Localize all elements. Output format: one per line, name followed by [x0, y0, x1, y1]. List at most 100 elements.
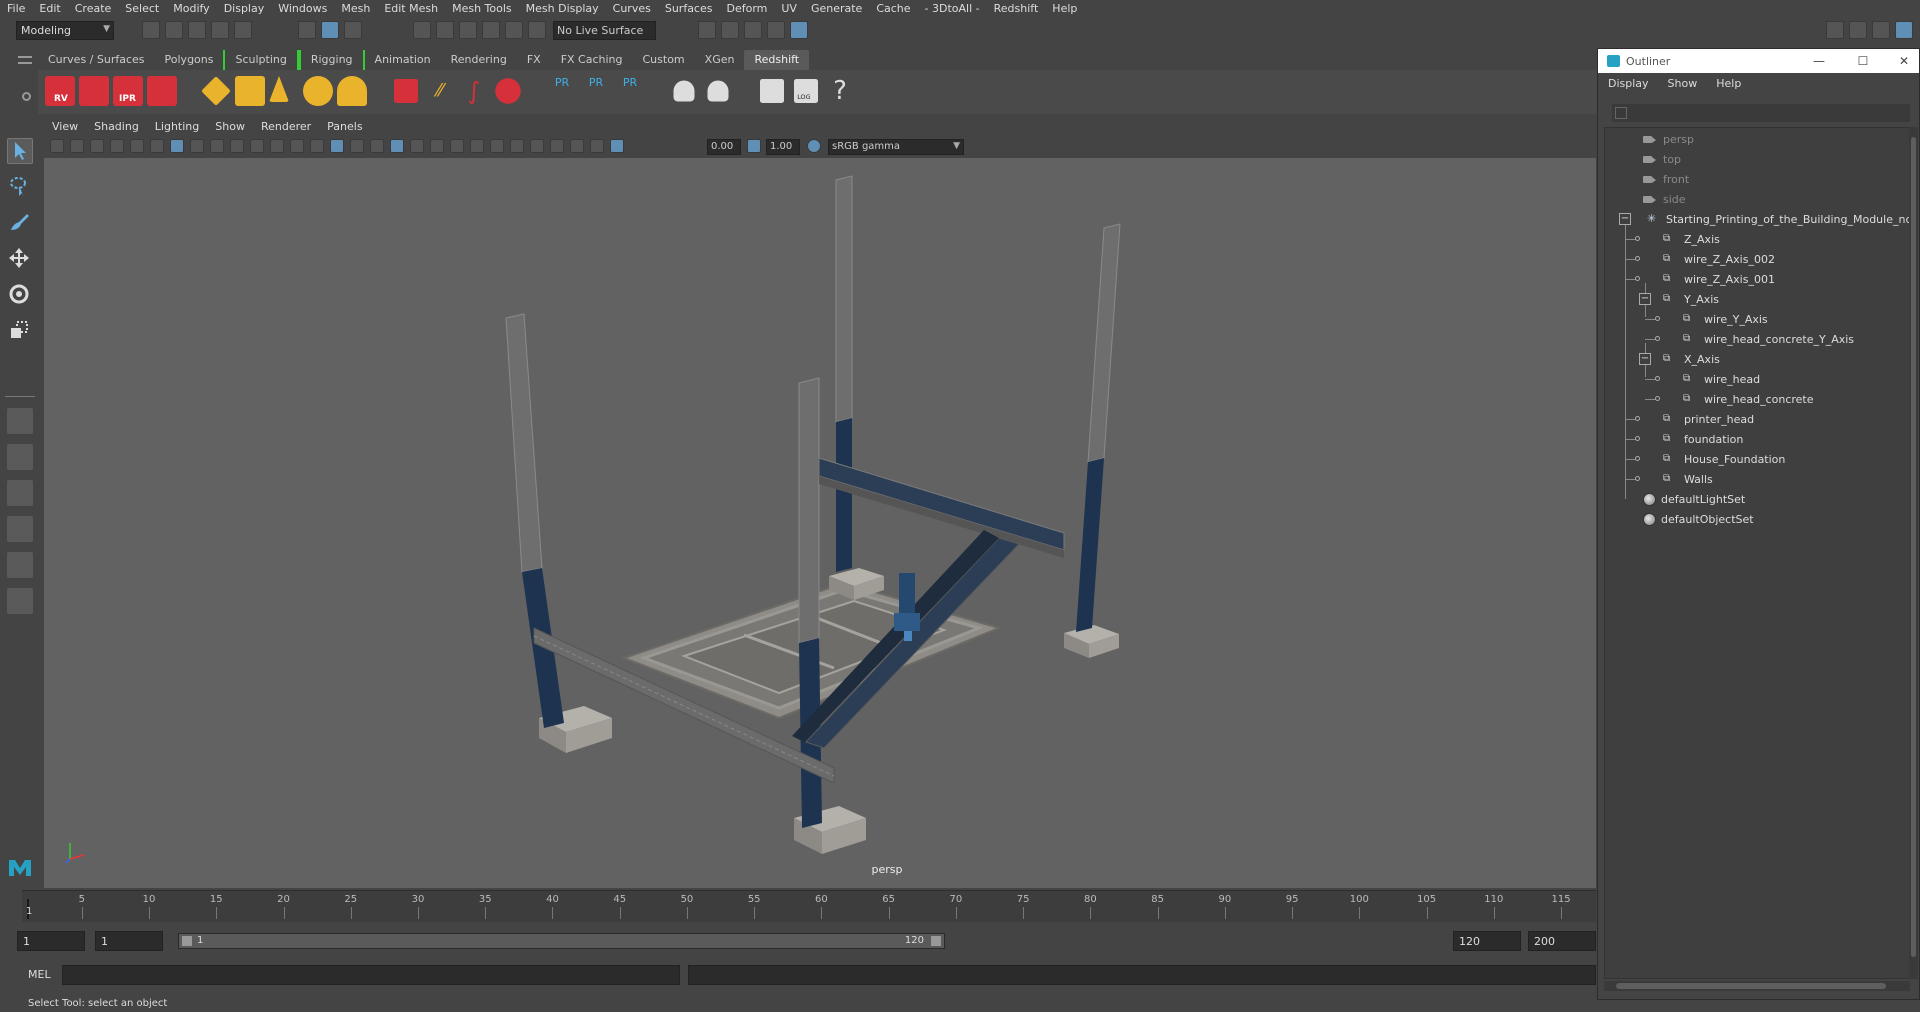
- render-settings-icon[interactable]: [698, 21, 716, 39]
- menu-display[interactable]: Display: [217, 2, 272, 15]
- menu-3dtoall[interactable]: - 3DtoAll -: [918, 2, 987, 15]
- collapse-root-icon[interactable]: −: [1619, 213, 1631, 225]
- exposure-icon[interactable]: [610, 139, 624, 153]
- redshift-render-icon[interactable]: [79, 76, 109, 106]
- textured-icon[interactable]: [390, 139, 404, 153]
- outliner-item-foundation[interactable]: ⧉ foundation: [1663, 430, 1743, 448]
- render-frame-icon[interactable]: [721, 21, 739, 39]
- redshift-hair-icon[interactable]: ∫: [459, 76, 489, 106]
- tab-fx-caching[interactable]: FX Caching: [551, 50, 633, 70]
- modeling-toolkit-icon[interactable]: [1826, 21, 1844, 39]
- field-chart-icon[interactable]: [250, 139, 264, 153]
- ipr-render-icon[interactable]: [744, 21, 762, 39]
- custom-layout-icon[interactable]: [7, 588, 33, 614]
- outliner-item-wire-z-axis-001[interactable]: ⧉ wire_Z_Axis_001: [1663, 270, 1775, 288]
- menu-uv[interactable]: UV: [774, 2, 804, 15]
- select-component-icon[interactable]: [344, 21, 362, 39]
- collapse-y-axis-icon[interactable]: −: [1639, 293, 1651, 305]
- time-slider[interactable]: 5 10 15 20 25 30 35 40 45 50 55 60 65 70 75 80 85 90 95 100…: [22, 890, 1596, 922]
- camera-attributes-icon[interactable]: [70, 139, 84, 153]
- color-management-icon[interactable]: [807, 139, 821, 153]
- hypershade-layout-icon[interactable]: [7, 552, 33, 578]
- gamma-field[interactable]: 1.00: [766, 139, 800, 155]
- outliner-search-field[interactable]: [1612, 104, 1910, 122]
- tab-custom[interactable]: Custom: [633, 50, 695, 70]
- tab-xgen[interactable]: XGen: [695, 50, 745, 70]
- menu-deform[interactable]: Deform: [719, 2, 774, 15]
- rotate-tool-icon[interactable]: [7, 282, 33, 308]
- channel-box-icon[interactable]: [1895, 21, 1913, 39]
- redshift-teapot-icon[interactable]: [673, 80, 695, 102]
- select-camera-icon[interactable]: [50, 139, 64, 153]
- menu-mesh-display[interactable]: Mesh Display: [519, 2, 606, 15]
- menu-curves[interactable]: Curves: [606, 2, 658, 15]
- menu-generate[interactable]: Generate: [804, 2, 869, 15]
- redshift-render-view-icon[interactable]: RV: [45, 76, 75, 106]
- menu-edit[interactable]: Edit: [32, 2, 67, 15]
- maximize-icon[interactable]: ☐: [1854, 52, 1872, 70]
- new-scene-icon[interactable]: [142, 21, 160, 39]
- perspective-viewport[interactable]: persp: [44, 158, 1596, 888]
- paint-select-tool-icon[interactable]: [7, 210, 33, 236]
- default-material-icon[interactable]: [350, 139, 364, 153]
- minimize-icon[interactable]: —: [1810, 52, 1828, 70]
- animation-start-field[interactable]: 1: [17, 931, 85, 951]
- outliner-titlebar[interactable]: Outliner — ☐ ✕: [1598, 49, 1919, 73]
- four-view-layout-icon[interactable]: [7, 444, 33, 470]
- panel-menu-shading[interactable]: Shading: [86, 120, 147, 137]
- shadows-icon[interactable]: [430, 139, 444, 153]
- menu-edit-mesh[interactable]: Edit Mesh: [377, 2, 445, 15]
- redshift-dome-light-icon[interactable]: [303, 76, 333, 106]
- 2d-pan-zoom-icon[interactable]: [130, 139, 144, 153]
- wireframe-icon[interactable]: [310, 139, 324, 153]
- screen-space-ao-icon[interactable]: [450, 139, 464, 153]
- outliner-item-root[interactable]: ✳ Starting_Printing_of_the_Building_Modu…: [1647, 210, 1909, 228]
- outliner-item-default-object-set[interactable]: defaultObjectSet: [1643, 510, 1754, 528]
- outliner-menu-display[interactable]: Display: [1598, 73, 1658, 93]
- scrollbar-thumb[interactable]: [1616, 983, 1886, 989]
- outliner-item-y-axis[interactable]: ⧉ Y_Axis: [1663, 290, 1719, 308]
- outliner-item-printer-head[interactable]: ⧉ printer_head: [1663, 410, 1754, 428]
- motion-blur-icon[interactable]: [470, 139, 484, 153]
- panel-menu-show[interactable]: Show: [207, 120, 253, 137]
- range-end-handle[interactable]: [931, 936, 941, 946]
- scrollbar-thumb[interactable]: [1911, 137, 1916, 957]
- tab-redshift[interactable]: Redshift: [744, 50, 810, 70]
- snap-curve-icon[interactable]: [436, 21, 454, 39]
- animation-end-field[interactable]: 200: [1528, 931, 1596, 951]
- tab-sculpting[interactable]: Sculpting: [223, 50, 299, 70]
- outliner-item-wire-head-concrete[interactable]: ⧉ wire_head_concrete: [1683, 390, 1814, 408]
- outliner-item-side[interactable]: side: [1643, 190, 1686, 208]
- redshift-teapot-alt-icon[interactable]: [707, 80, 729, 102]
- safe-title-icon[interactable]: [290, 139, 304, 153]
- single-perspective-layout-icon[interactable]: [7, 408, 33, 434]
- redshift-proxy-icon[interactable]: [394, 79, 418, 103]
- film-gate-icon[interactable]: [190, 139, 204, 153]
- select-object-icon[interactable]: [321, 21, 339, 39]
- menu-set-dropdown[interactable]: Modeling ▼: [16, 21, 114, 40]
- resolution-gate-icon[interactable]: [210, 139, 224, 153]
- gate-mask-icon[interactable]: [230, 139, 244, 153]
- persp-outliner-layout-icon[interactable]: [7, 480, 33, 506]
- outliner-item-front[interactable]: front: [1643, 170, 1689, 188]
- panel-menu-panels[interactable]: Panels: [319, 120, 370, 137]
- depth-of-field-icon[interactable]: [510, 139, 524, 153]
- playback-start-field[interactable]: 1: [95, 931, 163, 951]
- xray-components-icon[interactable]: [590, 139, 604, 153]
- menu-cache[interactable]: Cache: [869, 2, 917, 15]
- range-start-handle[interactable]: [182, 936, 192, 946]
- collapse-x-axis-icon[interactable]: −: [1639, 353, 1651, 365]
- shelf-settings-icon[interactable]: [22, 92, 31, 101]
- playback-end-field[interactable]: 120: [1453, 931, 1521, 951]
- tab-rendering[interactable]: Rendering: [441, 50, 517, 70]
- panel-menu-view[interactable]: View: [44, 120, 86, 137]
- redshift-help-icon[interactable]: ?: [825, 76, 855, 106]
- menu-redshift[interactable]: Redshift: [987, 2, 1046, 15]
- outliner-item-wire-z-axis-002[interactable]: ⧉ wire_Z_Axis_002: [1663, 250, 1775, 268]
- grease-pencil-icon[interactable]: [150, 139, 164, 153]
- outliner-item-default-light-set[interactable]: defaultLightSet: [1643, 490, 1745, 508]
- outliner-item-z-axis[interactable]: ⧉ Z_Axis: [1663, 230, 1720, 248]
- tool-settings-icon[interactable]: [1872, 21, 1890, 39]
- outliner-item-persp[interactable]: persp: [1643, 130, 1694, 148]
- open-scene-icon[interactable]: [165, 21, 183, 39]
